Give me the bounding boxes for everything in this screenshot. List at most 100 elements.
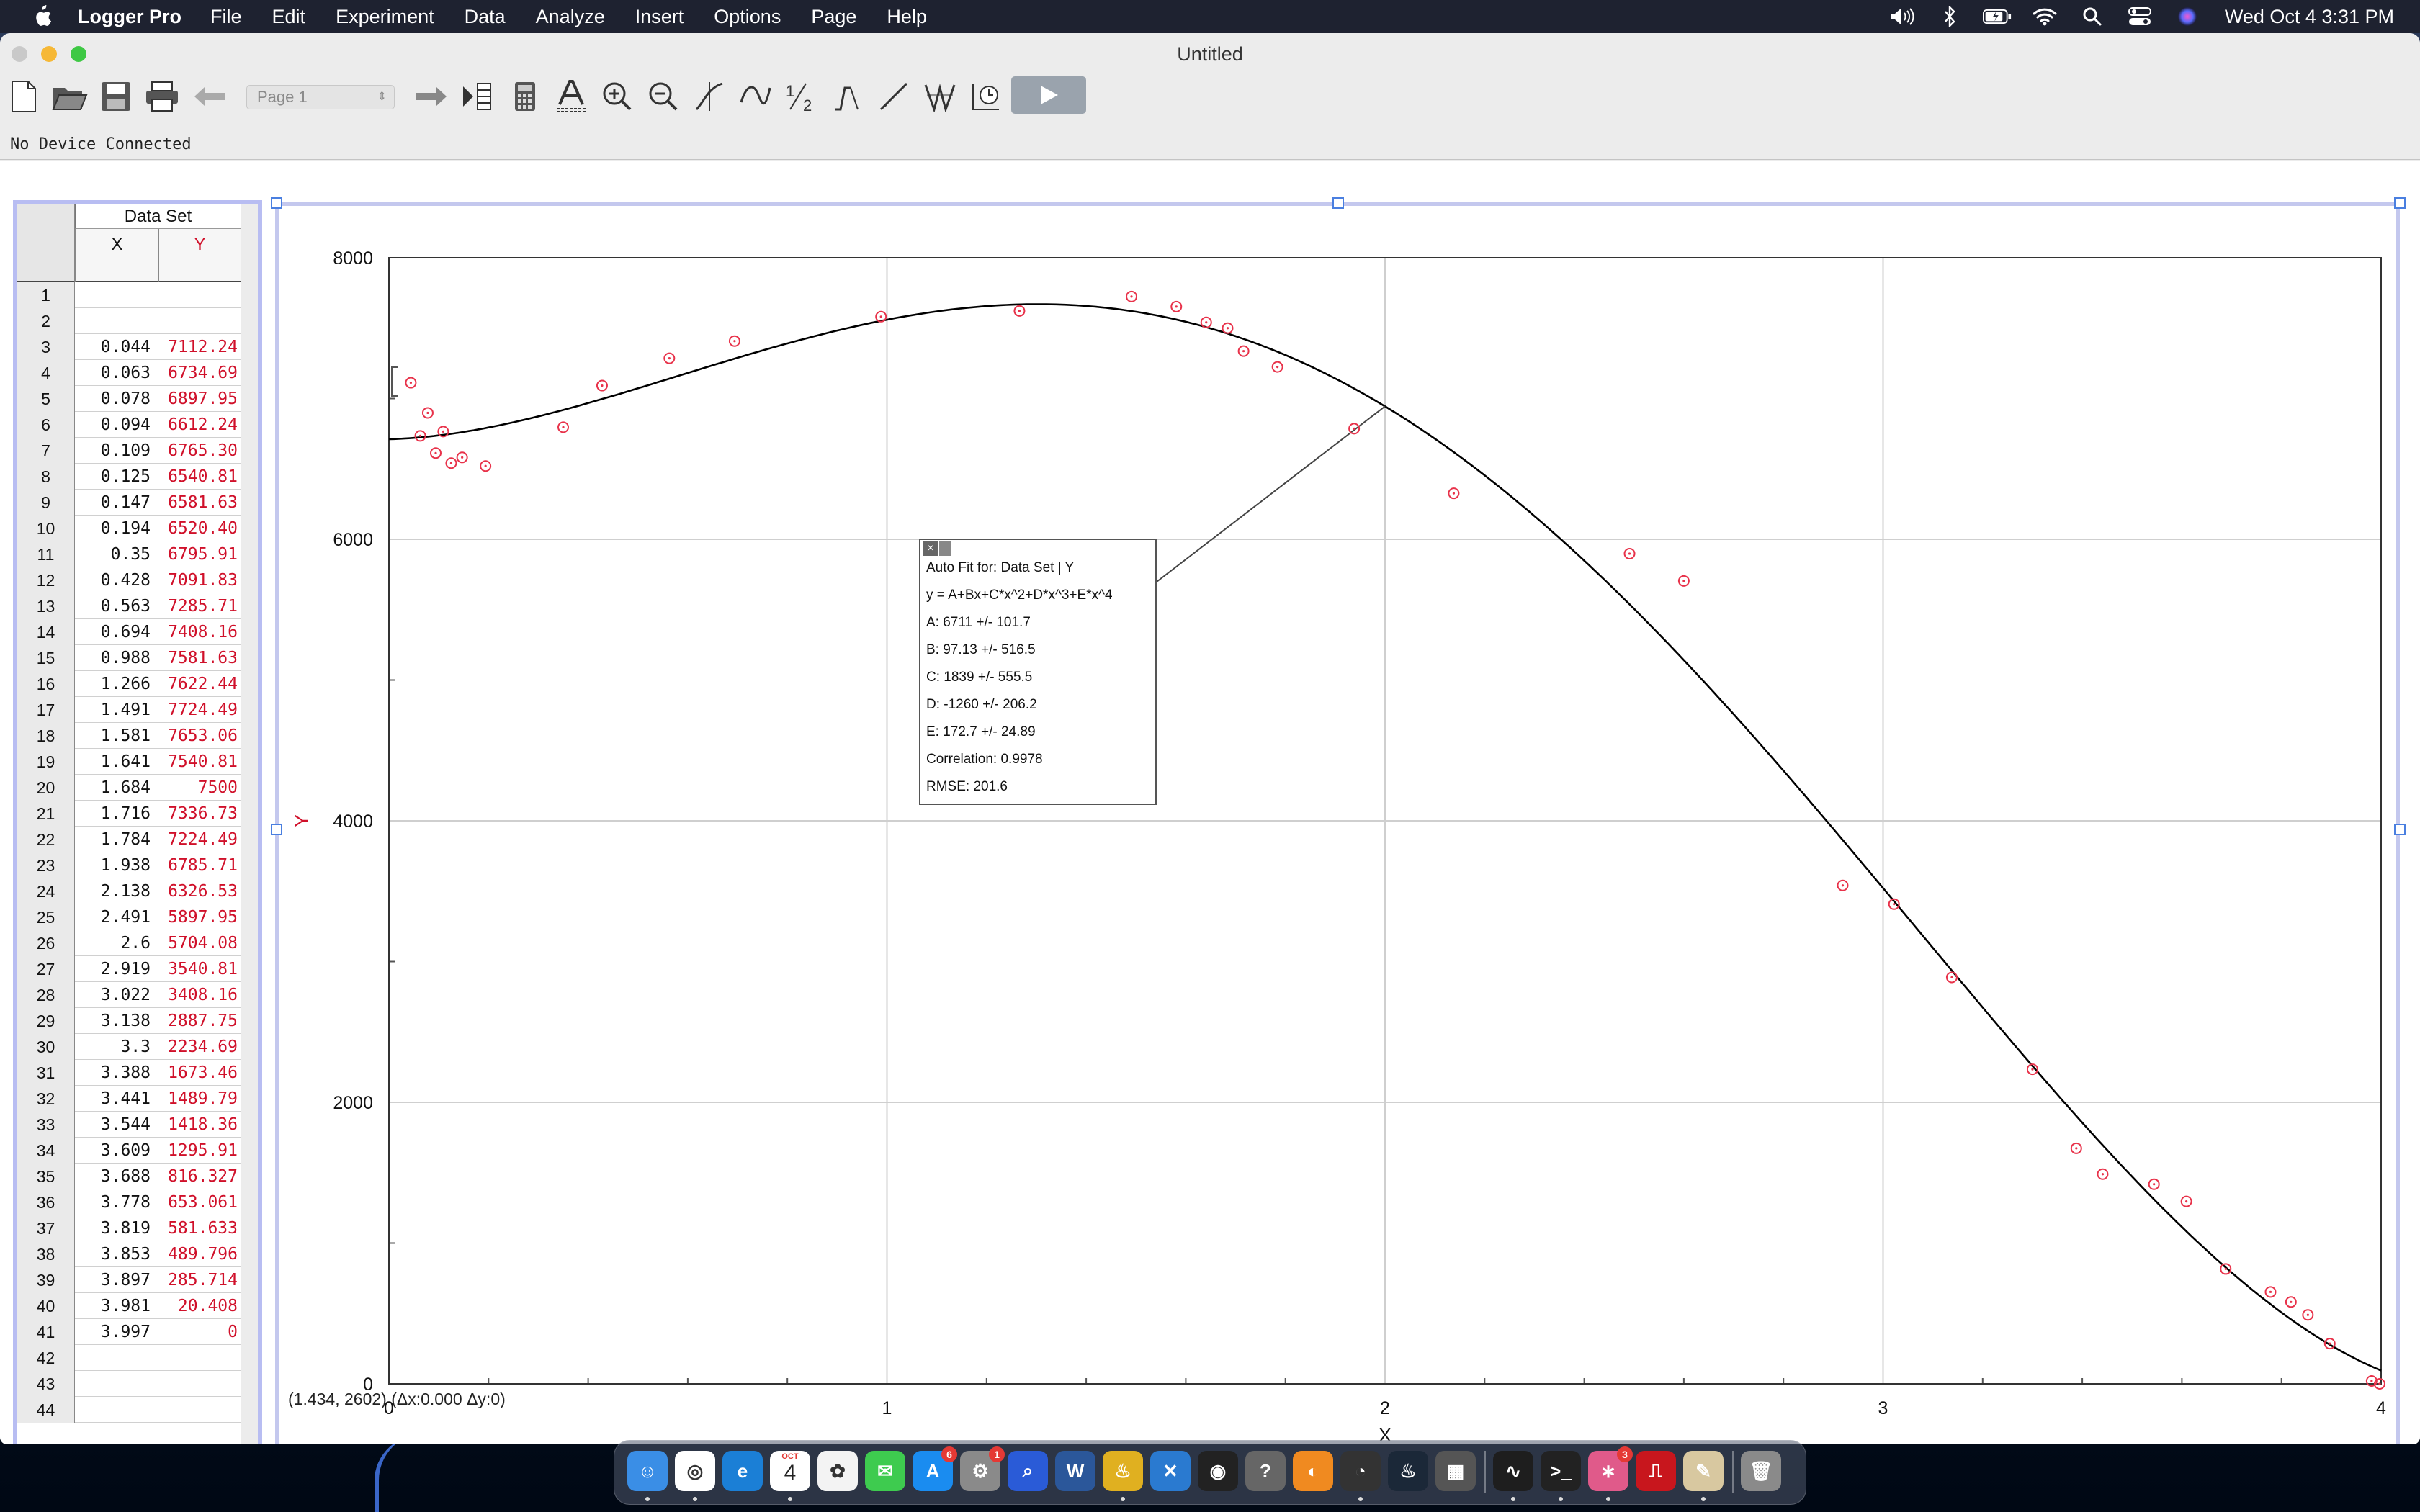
menu-experiment[interactable]: Experiment: [336, 6, 434, 28]
region-bracket: [391, 366, 398, 397]
quicktime-icon[interactable]: ⌕: [1008, 1451, 1048, 1491]
status-menu-area: Wed Oct 4 3:31 PM: [1888, 0, 2420, 33]
preview-icon[interactable]: ✎: [1683, 1451, 1724, 1491]
data-point-center: [1841, 884, 1845, 887]
dock: ☺ ◎ e OCT 4 ✿ ✉ A 6 ⚙ 1 ⌕ W ♨ ✕ ◉? ◐ ◔ ♨ ▦ ∿ >_ ∗ 3 ⎍ ✎ 🗑: [614, 1440, 1806, 1505]
data-point-center: [1353, 427, 1355, 430]
fit-param-b: B: 97.13 +/- 516.5: [926, 642, 1036, 657]
trash-icon[interactable]: 🗑: [1741, 1451, 1781, 1491]
data-point-center: [2378, 1382, 2381, 1385]
data-point-center: [1018, 310, 1021, 312]
menu-page[interactable]: Page: [811, 6, 856, 28]
running-indicator: [788, 1497, 792, 1501]
data-point-center: [2185, 1200, 2188, 1203]
finder-icon[interactable]: ☺: [627, 1451, 668, 1491]
menu-analyze[interactable]: Analyze: [536, 6, 605, 28]
apple-menu-icon[interactable]: [27, 2, 56, 31]
calculator-icon[interactable]: ▦: [1435, 1451, 1476, 1491]
data-point-center: [1950, 976, 1953, 979]
menu-bar: Logger Pro File Edit Experiment Data Ana…: [0, 0, 2420, 33]
volume-icon[interactable]: [1888, 6, 1917, 27]
scatter-plot[interactable]: 0 1 2 3 402000400060008000XY: [0, 33, 2420, 1444]
battery-icon[interactable]: [1982, 6, 2012, 27]
menu-data[interactable]: Data: [465, 6, 506, 28]
menu-edit[interactable]: Edit: [272, 6, 306, 28]
data-point-center: [409, 381, 413, 384]
data-point-center: [1242, 350, 1245, 353]
x-tick-label: 4: [2376, 1398, 2386, 1418]
fit-box-options-icon[interactable]: [939, 541, 951, 556]
notification-badge: 3: [1617, 1446, 1633, 1462]
calendar-day: 4: [784, 1461, 797, 1485]
data-point-center: [1175, 305, 1178, 308]
data-point-center: [1682, 580, 1685, 582]
data-point-center: [562, 426, 565, 428]
chrome-icon[interactable]: ◎: [675, 1451, 715, 1491]
running-indicator: [645, 1497, 650, 1501]
app-store-icon[interactable]: A6: [913, 1446, 957, 1491]
data-point-center: [1276, 366, 1279, 369]
grapher-icon[interactable]: ∗ 3: [1588, 1446, 1633, 1491]
bluetooth-icon[interactable]: [1935, 6, 1964, 27]
data-point-center: [1628, 552, 1631, 555]
data-point-center: [442, 430, 444, 433]
siri-icon[interactable]: [2173, 6, 2202, 27]
word-icon[interactable]: W: [1055, 1451, 1095, 1491]
activity-monitor-icon[interactable]: ∿: [1493, 1451, 1533, 1491]
wifi-icon[interactable]: [2030, 6, 2059, 27]
help-icon[interactable]: ?: [1245, 1451, 1286, 1491]
data-point-center: [449, 462, 453, 464]
y-tick-label: 6000: [333, 530, 373, 550]
auto-fit-box[interactable]: × Auto Fit for: Data Set | Y y = A+Bx+C*…: [919, 539, 1157, 805]
notification-badge: 1: [989, 1446, 1005, 1462]
calendar-icon[interactable]: OCT 4: [770, 1451, 810, 1491]
menu-options[interactable]: Options: [714, 6, 781, 28]
calendar-month: OCT: [781, 1452, 799, 1461]
wallpaper-curve: [375, 1433, 461, 1512]
data-point-center: [1130, 295, 1133, 298]
fit-title: Auto Fit for: Data Set | Y: [926, 560, 1075, 575]
messages-icon[interactable]: ✉: [865, 1451, 905, 1491]
data-point-center: [2306, 1313, 2309, 1316]
data-point-center: [2101, 1173, 2105, 1176]
acrobat-icon[interactable]: ⎍: [1636, 1451, 1676, 1491]
y-axis-label: Y: [291, 814, 313, 827]
terminal-icon[interactable]: >_: [1541, 1451, 1581, 1491]
fit-param-e: E: 172.7 +/- 24.89: [926, 724, 1036, 739]
logger-pro-icon[interactable]: ♨: [1103, 1451, 1143, 1491]
spotlight-search-icon[interactable]: [2078, 6, 2107, 27]
running-indicator: [1511, 1497, 1515, 1501]
data-point-center: [484, 464, 487, 467]
blender-icon[interactable]: ◐: [1293, 1451, 1333, 1491]
fit-box-close-icon[interactable]: ×: [923, 541, 938, 556]
steam-icon[interactable]: ♨: [1388, 1451, 1428, 1491]
data-point-center: [2153, 1183, 2156, 1186]
edge-icon[interactable]: e: [722, 1451, 763, 1491]
menu-help[interactable]: Help: [887, 6, 927, 28]
data-point-center: [2031, 1068, 2034, 1071]
data-point-center: [2269, 1290, 2272, 1293]
data-point-center: [668, 357, 671, 360]
menu-insert[interactable]: Insert: [635, 6, 684, 28]
davinci-icon[interactable]: ◔: [1340, 1451, 1381, 1491]
x-tick-label: 3: [1878, 1398, 1888, 1418]
fit-param-d: D: -1260 +/- 206.2: [926, 697, 1037, 712]
data-point-center: [879, 315, 882, 318]
x-tick-label: 2: [1380, 1398, 1390, 1418]
fit-equation: y = A+Bx+C*x^2+D*x^3+E*x^4: [926, 588, 1113, 603]
app-name-menu[interactable]: Logger Pro: [78, 6, 182, 28]
dock-separator: [1732, 1451, 1734, 1493]
control-center-icon[interactable]: [2125, 6, 2154, 27]
data-point-center: [418, 434, 422, 437]
menubar-clock[interactable]: Wed Oct 4 3:31 PM: [2225, 6, 2394, 28]
system-settings-icon[interactable]: ⚙ 1: [960, 1446, 1005, 1491]
menu-file[interactable]: File: [210, 6, 242, 28]
data-point-center: [1452, 492, 1456, 495]
running-indicator: [1121, 1497, 1125, 1501]
notification-badge: 6: [941, 1446, 957, 1462]
photos-icon[interactable]: ✿: [817, 1451, 858, 1491]
data-point-center: [1205, 321, 1208, 324]
vscode-icon[interactable]: ✕: [1150, 1451, 1191, 1491]
data-point-center: [2329, 1342, 2331, 1345]
github-icon[interactable]: ◉: [1198, 1451, 1238, 1491]
